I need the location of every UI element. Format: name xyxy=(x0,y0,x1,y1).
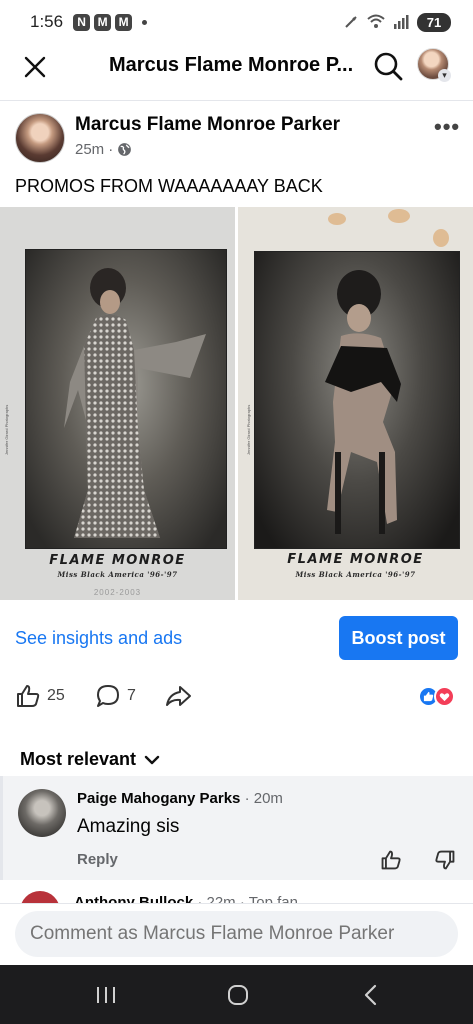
comment-button[interactable]: 7 xyxy=(95,683,136,709)
photo-frame xyxy=(254,251,460,549)
boost-post-button[interactable]: Boost post xyxy=(339,616,458,660)
back-icon xyxy=(364,984,377,1006)
post-text: PROMOS FROM WAAAAAAAY BACK xyxy=(15,176,323,196)
commenter-name[interactable]: Anthony Bullock xyxy=(74,894,193,903)
search-button[interactable] xyxy=(372,50,404,82)
like-button[interactable]: 25 xyxy=(15,683,65,709)
gmail-icon: M xyxy=(94,13,112,31)
comment-sort-dropdown[interactable]: Most relevant xyxy=(20,749,160,770)
see-insights-link[interactable]: See insights and ads xyxy=(15,628,182,649)
notification-icons: N M M xyxy=(73,13,148,31)
status-right: 71 xyxy=(343,12,451,32)
photo-frame xyxy=(25,249,227,549)
share-button[interactable] xyxy=(164,683,192,709)
photo-caption-subtitle: Miss Black America '96-'97 xyxy=(295,570,416,579)
battery-indicator: 71 xyxy=(417,12,451,32)
recent-apps-icon xyxy=(97,987,115,1003)
comment-partial: Anthony Bullock · 22m · Top fan xyxy=(0,885,473,903)
status-time: 1:56 xyxy=(30,12,64,31)
photo-credit: Jennifer Girard Photographs xyxy=(246,404,251,455)
back-button[interactable] xyxy=(356,981,386,1009)
home-icon xyxy=(228,985,248,1005)
more-notifications-dot xyxy=(142,19,148,25)
post-author[interactable]: Marcus Flame Monroe Parker xyxy=(75,114,340,136)
close-icon xyxy=(24,56,46,78)
search-icon xyxy=(374,52,403,81)
share-icon xyxy=(166,686,191,706)
downvote-icon[interactable] xyxy=(434,849,456,871)
comment-meta: · 22m · Top fan xyxy=(193,894,298,903)
photo-stain xyxy=(433,229,449,247)
photo-credit: Jennifer Girard Photographs xyxy=(4,404,9,455)
photo-caption-subtitle: Miss Black America '96-'97 xyxy=(57,570,178,579)
comment-time: 20m xyxy=(253,790,283,807)
photo-year-stamp: 2002-2003 xyxy=(93,588,142,597)
reaction-summary[interactable] xyxy=(418,686,458,708)
sort-label: Most relevant xyxy=(20,749,137,769)
post-photo[interactable]: FLAME MONROE Miss Black America '96-'97 … xyxy=(0,207,235,600)
commenter-name[interactable]: Paige Mahogany Parks xyxy=(77,790,240,807)
comment-input[interactable] xyxy=(15,911,458,957)
comment-separator: · xyxy=(240,790,254,807)
love-reaction-icon xyxy=(434,686,455,707)
system-nav-bar xyxy=(0,965,473,1024)
chevron-down-icon xyxy=(144,755,160,764)
meta-separator: · xyxy=(108,141,114,158)
author-avatar[interactable] xyxy=(15,113,65,163)
comment-header: Anthony Bullock · 22m · Top fan xyxy=(74,894,298,903)
comment-header: Paige Mahogany Parks · 20m xyxy=(77,790,283,807)
upvote-icon[interactable] xyxy=(380,849,402,871)
like-count: 25 xyxy=(47,687,65,704)
gown-figure xyxy=(64,268,206,538)
signal-icon xyxy=(394,15,409,29)
comment-text: Amazing sis xyxy=(77,816,180,837)
post-photo[interactable]: FLAME MONROE Miss Black America '96-'97 … xyxy=(238,207,473,600)
app-header: Marcus Flame Monroe P... ▾ xyxy=(0,44,473,96)
reply-button[interactable]: Reply xyxy=(77,851,118,868)
mute-icon xyxy=(345,16,357,28)
divider xyxy=(0,100,473,101)
recent-apps-button[interactable] xyxy=(91,981,121,1009)
profile-avatar-button[interactable]: ▾ xyxy=(417,48,451,82)
comment-count: 7 xyxy=(127,687,136,704)
comment: Paige Mahogany Parks · 20m Amazing sis R… xyxy=(0,776,473,880)
thumbs-up-icon xyxy=(17,685,40,707)
photo-caption-name: FLAME MONROE xyxy=(49,553,186,568)
globe-icon[interactable] xyxy=(117,142,132,157)
chevron-down-icon: ▾ xyxy=(438,69,451,82)
close-button[interactable] xyxy=(20,52,50,82)
notification-icon: N xyxy=(73,13,91,31)
photo-stain xyxy=(328,213,346,225)
commenter-avatar[interactable] xyxy=(20,891,60,903)
post-photos: FLAME MONROE Miss Black America '96-'97 … xyxy=(0,207,473,600)
photo-stain xyxy=(388,209,410,223)
home-button[interactable] xyxy=(223,981,253,1009)
post-meta: 25m · xyxy=(75,141,132,158)
post-time[interactable]: 25m xyxy=(75,141,104,158)
photo-caption-name: FLAME MONROE xyxy=(287,552,424,567)
page-title: Marcus Flame Monroe P... xyxy=(109,54,354,76)
seated-figure xyxy=(325,270,401,534)
commenter-avatar[interactable] xyxy=(18,789,66,837)
comment-composer xyxy=(0,903,473,965)
more-options-button[interactable]: ••• xyxy=(434,114,460,140)
gmail-icon: M xyxy=(115,13,133,31)
wifi-icon xyxy=(367,14,385,28)
comment-icon xyxy=(97,685,119,707)
status-bar: 1:56 N M M 71 xyxy=(0,0,473,44)
